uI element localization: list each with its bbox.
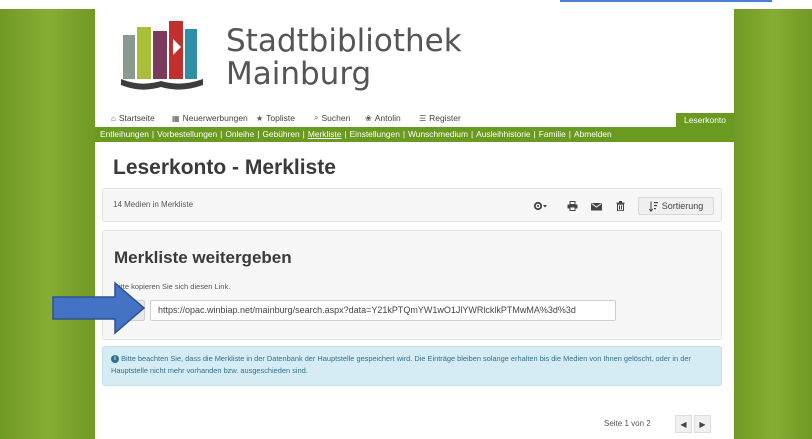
account-subnav: Entleihungen | Vorbestellungen | Onleihe | Geb… — [95, 127, 734, 142]
chevron-left-icon: ◀ — [680, 419, 687, 429]
list-icon: ☰ — [419, 113, 427, 123]
subnav-merkliste[interactable]: Merkliste — [308, 129, 342, 139]
merkliste-toolbar: 14 Medien in Merkliste Sortierung — [102, 188, 722, 222]
nav-neuerwerbungen[interactable]: ▦ Neuerwerbungen — [172, 113, 248, 123]
share-merkliste-panel: Merkliste weitergeben Bitte kopieren Sie… — [102, 230, 722, 340]
nav-startseite[interactable]: ⌂ Startseite — [111, 113, 155, 123]
nav-topliste[interactable]: ★ Topliste — [256, 113, 295, 123]
tab-leserkonto[interactable]: Leserkonto — [676, 113, 734, 127]
sort-button[interactable]: Sortierung — [638, 197, 714, 215]
top-link-underline — [560, 0, 772, 2]
nav-suchen[interactable]: ⌕ Suchen — [314, 113, 350, 123]
chevron-right-icon: ▶ — [699, 419, 706, 429]
info-icon: i — [111, 355, 119, 364]
sort-icon — [648, 201, 658, 212]
gear-icon — [533, 201, 547, 211]
nav-label: Register — [429, 113, 461, 123]
subnav-gebuehren[interactable]: Gebühren — [262, 129, 299, 139]
next-page-button[interactable]: ▶ — [694, 415, 711, 433]
share-title: Merkliste weitergeben — [114, 248, 292, 267]
envelope-icon — [590, 202, 602, 210]
top-navigation: ⌂ Startseite ▦ Neuerwerbungen ★ Topliste… — [95, 113, 734, 127]
background-band-left — [0, 9, 95, 439]
media-count: 14 Medien in Merkliste — [113, 200, 194, 209]
print-button[interactable] — [563, 197, 581, 215]
subnav-einstellungen[interactable]: Einstellungen — [350, 129, 400, 139]
home-icon: ⌂ — [111, 113, 116, 123]
delete-button[interactable] — [611, 197, 629, 215]
library-logo-icon[interactable] — [119, 17, 209, 91]
info-alert: i Bitte beachten Sie, dass die Merkliste… — [102, 346, 722, 386]
nav-antolin[interactable]: ❀ Antolin — [365, 113, 401, 123]
subnav-ausleihhistorie[interactable]: Ausleihhistorie — [476, 129, 530, 139]
share-link-field[interactable]: https://opac.winbiap.net/mainburg/search… — [150, 300, 616, 321]
subnav-familie[interactable]: Familie — [539, 129, 566, 139]
calendar-icon: ▦ — [172, 113, 180, 123]
search-icon: ⌕ — [314, 113, 319, 122]
star-icon: ★ — [256, 113, 264, 123]
site-name-line1: Stadtbibliothek — [226, 23, 462, 59]
nav-label: Antolin — [374, 113, 401, 123]
email-button[interactable] — [587, 197, 605, 215]
page-indicator: Seite 1 von 2 — [604, 419, 651, 428]
nav-register[interactable]: ☰ Register — [419, 113, 461, 123]
trash-icon — [616, 201, 624, 211]
nav-label: Neuerwerbungen — [182, 113, 248, 123]
subnav-onleihe[interactable]: Onleihe — [225, 129, 254, 139]
site-name[interactable]: Stadtbibliothek Mainburg — [226, 25, 462, 91]
previous-page-button[interactable]: ◀ — [675, 415, 692, 433]
site-name-line2: Mainburg — [226, 56, 372, 92]
subnav-abmelden[interactable]: Abmelden — [574, 129, 612, 139]
settings-dropdown-button[interactable] — [525, 197, 555, 215]
subnav-vorbestellungen[interactable]: Vorbestellungen — [157, 129, 217, 139]
background-band-right — [734, 9, 812, 439]
info-text: Bitte beachten Sie, dass die Merkliste i… — [111, 354, 691, 375]
pagination: Seite 1 von 2 ◀ ▶ — [95, 414, 734, 434]
subnav-wunschmedium[interactable]: Wunschmedium — [408, 129, 468, 139]
antolin-icon: ❀ — [365, 113, 372, 123]
nav-label: Startseite — [118, 113, 155, 123]
print-icon — [567, 201, 577, 211]
subnav-entleihungen[interactable]: Entleihungen — [100, 129, 149, 139]
nav-label: Suchen — [321, 113, 351, 123]
annotation-arrow-icon — [52, 281, 146, 335]
page-title: Leserkonto - Merkliste — [113, 156, 336, 179]
nav-label: Topliste — [266, 113, 295, 123]
page-container: Stadtbibliothek Mainburg ⌂ Startseite ▦ … — [95, 9, 734, 439]
sort-label: Sortierung — [661, 201, 704, 211]
